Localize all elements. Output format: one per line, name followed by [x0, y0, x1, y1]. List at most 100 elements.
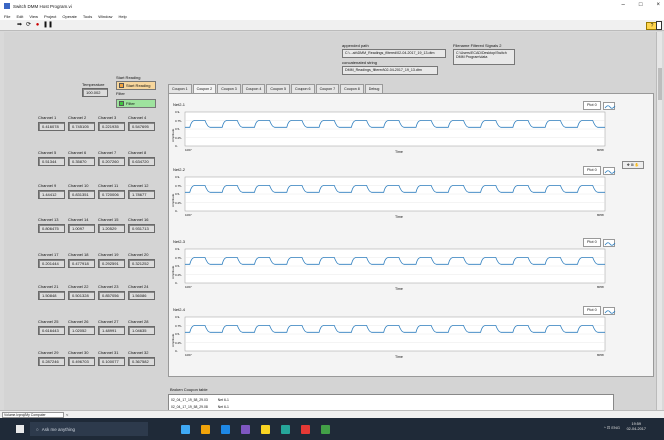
run-continuous-icon[interactable]: ⟳: [25, 22, 32, 29]
channel-indicator: 0.207260: [98, 157, 125, 166]
channel-indicator: 0.321252: [128, 259, 155, 268]
y-tick-label: 0.25-: [175, 340, 182, 345]
channel-indicator: 1.04635: [128, 326, 155, 335]
channel-indicator: 0.51344: [38, 157, 65, 166]
tab-coupon-5[interactable]: Coupon 5: [266, 84, 290, 93]
menu-operate[interactable]: Operate: [62, 14, 76, 19]
x-axis-min-label: 1067: [185, 285, 192, 289]
channel-label: Channel 11: [98, 183, 119, 188]
tab-debug[interactable]: Debug: [364, 84, 384, 93]
start-reading-button[interactable]: Start Reading: [116, 81, 156, 90]
channel-label: Channel 31: [98, 350, 119, 355]
taskbar-app-icon[interactable]: [321, 424, 330, 434]
y-tick-label: 0.5-: [175, 332, 181, 336]
start-reading-led-icon: [119, 83, 124, 88]
taskbar-app-icon[interactable]: [241, 424, 250, 434]
channel-indicator: 1.56086: [128, 291, 155, 300]
plot-legend-swatch-icon: [602, 238, 616, 247]
waveform-graph[interactable]: Net2-2 0.9- 0.75- 0.5- 0.25- 0- Amplitude 1067 8…: [171, 167, 613, 233]
cortana-search-box[interactable]: ○ Ask me anything: [30, 422, 148, 436]
y-tick-label: 0.5-: [175, 127, 181, 131]
plot-legend[interactable]: Plot 0: [583, 166, 616, 175]
graph-palette[interactable]: ✥ ⊞ ✋: [622, 161, 644, 169]
taskbar-clock[interactable]: 19:59 02-04-2017: [627, 422, 646, 432]
menu-help[interactable]: Help: [118, 14, 126, 19]
panel-vertical-scrollbar[interactable]: [656, 32, 662, 410]
channel-indicator: 0.831351: [68, 190, 95, 199]
menu-view[interactable]: View: [29, 14, 38, 19]
channel-label: Channel 13: [38, 217, 59, 222]
toolbar: ➡ ⟳ ● ❚❚: [0, 20, 664, 31]
tab-coupon-7[interactable]: Coupon 7: [315, 84, 340, 93]
menu-tools[interactable]: Tools: [83, 14, 92, 19]
menu-edit[interactable]: Edit: [16, 14, 23, 19]
channel-label: Channel 27: [98, 319, 119, 324]
start-reading-button-label: Start Reading: [126, 83, 151, 88]
minimize-button[interactable]: –: [622, 2, 625, 8]
channel-indicator: 0.477918: [68, 259, 95, 268]
filter-label: Filter: [116, 91, 125, 96]
x-axis-max-label: 8058: [597, 213, 604, 217]
waveform-graph[interactable]: Net2-1 0.9- 0.75- 0.5- 0.25- 0- Amplitude 1067 8…: [171, 102, 613, 168]
system-tray[interactable]: ^ ⊡ ENG: [604, 425, 620, 430]
filter-button-label: Filter: [126, 101, 135, 106]
channel-label: Channel 10: [68, 183, 89, 188]
tab-coupon-3[interactable]: Coupon 3: [217, 84, 241, 93]
y-tick-label: 0.75-: [175, 183, 182, 188]
taskbar-app-icon[interactable]: [281, 424, 290, 434]
menu-project[interactable]: Project: [44, 14, 56, 19]
window-title: Switch DMM Host Program.vi: [13, 3, 72, 9]
plot-legend-swatch-icon: [602, 166, 616, 175]
channel-indicator: 0.857056: [98, 291, 125, 300]
run-arrow-icon[interactable]: ➡: [16, 22, 23, 29]
y-tick-label: 0-: [175, 281, 178, 285]
tab-coupon-8[interactable]: Coupon 8: [340, 84, 364, 93]
waveform-graph[interactable]: Net2-3 0.9- 0.75- 0.5- 0.25- 0- Amplitude 1067 8…: [171, 239, 613, 305]
channel-label: Channel 32: [128, 350, 149, 355]
pause-icon[interactable]: ❚❚: [43, 22, 53, 29]
table-cell-time: 02_04_17_19_58_29.08: [171, 405, 208, 409]
close-button[interactable]: ×: [656, 2, 660, 8]
y-tick-label: 0.5-: [175, 192, 181, 196]
plot-legend[interactable]: Plot 0: [583, 238, 616, 247]
filter-button[interactable]: Filter: [116, 99, 156, 108]
scrollbar-thumb[interactable]: [658, 68, 662, 100]
waveform-plot-area: [184, 111, 606, 147]
channel-label: Channel 1: [38, 115, 57, 120]
plot-legend-label: Plot 0: [583, 238, 601, 247]
temperature-indicator: 100.002: [82, 88, 108, 97]
plot-legend[interactable]: Plot 0: [583, 101, 616, 110]
menu-window[interactable]: Window: [98, 14, 112, 19]
y-tick-label: 0.25-: [175, 272, 182, 277]
maximize-button[interactable]: □: [639, 2, 643, 8]
x-axis-label: Time: [395, 215, 403, 219]
tab-coupon-1[interactable]: Coupon 1: [168, 84, 192, 93]
status-scroll-left-icon[interactable]: <: [66, 412, 68, 417]
x-axis-min-label: 1067: [185, 213, 192, 217]
waveform-plot-area: [184, 248, 606, 284]
taskbar-app-icon[interactable]: [201, 424, 210, 434]
windows-start-icon[interactable]: [16, 425, 24, 433]
menu-bar: File Edit View Project Operate Tools Win…: [0, 12, 664, 20]
table-row: 02_04_17_19_58_29.03 Net 6-1: [171, 398, 229, 402]
plot-legend-swatch-icon: [602, 306, 616, 315]
channel-indicator: 1.0097: [68, 224, 95, 233]
channel-indicator: 0.221935: [98, 122, 125, 131]
taskbar-app-icon[interactable]: [301, 424, 310, 434]
channel-indicator: 0.745105: [68, 122, 95, 131]
channel-label: Channel 12: [128, 183, 149, 188]
menu-file[interactable]: File: [4, 14, 10, 19]
x-axis-label: Time: [395, 355, 403, 359]
taskbar-app-icon[interactable]: [181, 424, 190, 434]
coupon-tab-bar: Coupon 1 Coupon 2 Coupon 3 Coupon 4 Coup…: [168, 84, 384, 94]
abort-icon[interactable]: ●: [34, 22, 41, 29]
channel-indicator: 1.44412: [38, 190, 65, 199]
taskbar-app-icon[interactable]: [261, 424, 270, 434]
plot-legend[interactable]: Plot 0: [583, 306, 616, 315]
taskbar-app-icon[interactable]: [221, 424, 230, 434]
channel-label: Channel 28: [128, 319, 149, 324]
waveform-graph[interactable]: Net2-4 0.9- 0.75- 0.5- 0.25- 0- Amplitude 1067 8…: [171, 307, 613, 373]
tab-coupon-4[interactable]: Coupon 4: [241, 84, 266, 93]
tab-coupon-6[interactable]: Coupon 6: [290, 84, 315, 93]
y-tick-label: 0-: [175, 144, 178, 148]
